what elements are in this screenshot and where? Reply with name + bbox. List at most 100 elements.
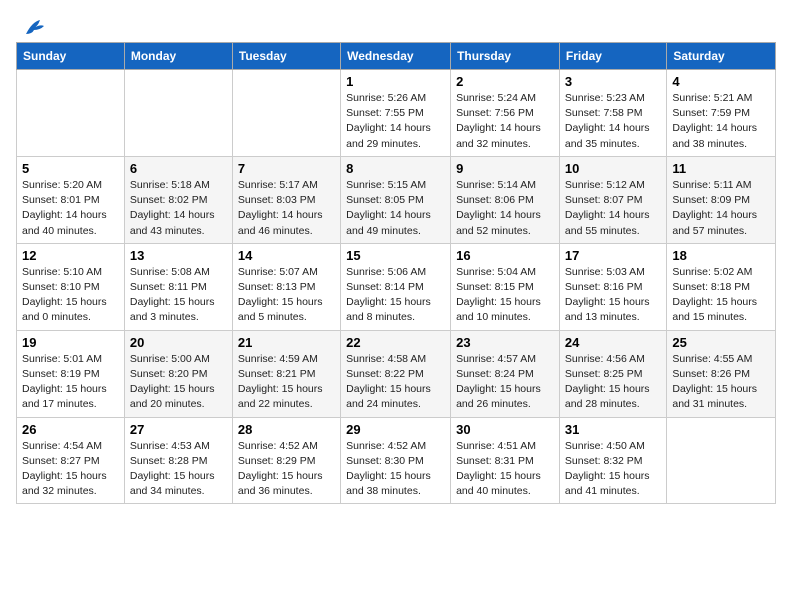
day-number: 21 xyxy=(238,335,335,350)
day-number: 1 xyxy=(346,74,445,89)
day-info: Sunrise: 5:01 AM Sunset: 8:19 PM Dayligh… xyxy=(22,352,119,413)
logo xyxy=(16,16,48,32)
day-number: 12 xyxy=(22,248,119,263)
day-number: 16 xyxy=(456,248,554,263)
calendar-header-tuesday: Tuesday xyxy=(232,43,340,70)
day-info: Sunrise: 4:53 AM Sunset: 8:28 PM Dayligh… xyxy=(130,439,227,500)
calendar-cell: 14 Sunrise: 5:07 AM Sunset: 8:13 PM Dayli… xyxy=(232,243,340,330)
day-info: Sunrise: 5:08 AM Sunset: 8:11 PM Dayligh… xyxy=(130,265,227,326)
day-info: Sunrise: 4:54 AM Sunset: 8:27 PM Dayligh… xyxy=(22,439,119,500)
day-info: Sunrise: 5:00 AM Sunset: 8:20 PM Dayligh… xyxy=(130,352,227,413)
calendar-cell: 8 Sunrise: 5:15 AM Sunset: 8:05 PM Daylig… xyxy=(341,156,451,243)
page-header xyxy=(16,16,776,32)
calendar-header-saturday: Saturday xyxy=(667,43,776,70)
calendar-table: SundayMondayTuesdayWednesdayThursdayFrid… xyxy=(16,42,776,504)
day-number: 31 xyxy=(565,422,661,437)
calendar-cell: 19 Sunrise: 5:01 AM Sunset: 8:19 PM Dayli… xyxy=(17,330,125,417)
day-number: 13 xyxy=(130,248,227,263)
day-info: Sunrise: 4:50 AM Sunset: 8:32 PM Dayligh… xyxy=(565,439,661,500)
day-info: Sunrise: 5:12 AM Sunset: 8:07 PM Dayligh… xyxy=(565,178,661,239)
day-number: 7 xyxy=(238,161,335,176)
calendar-header-wednesday: Wednesday xyxy=(341,43,451,70)
day-number: 29 xyxy=(346,422,445,437)
calendar-header-monday: Monday xyxy=(124,43,232,70)
calendar-cell: 1 Sunrise: 5:26 AM Sunset: 7:55 PM Daylig… xyxy=(341,70,451,157)
day-info: Sunrise: 5:15 AM Sunset: 8:05 PM Dayligh… xyxy=(346,178,445,239)
calendar-cell: 17 Sunrise: 5:03 AM Sunset: 8:16 PM Dayli… xyxy=(559,243,666,330)
calendar-week-row: 12Sunrise: 5:10 AM Sunset: 8:10 PM Dayli… xyxy=(17,243,776,330)
calendar-week-row: 1 Sunrise: 5:26 AM Sunset: 7:55 PM Daylig… xyxy=(17,70,776,157)
day-info: Sunrise: 5:03 AM Sunset: 8:16 PM Dayligh… xyxy=(565,265,661,326)
calendar-cell: 20 Sunrise: 5:00 AM Sunset: 8:20 PM Dayli… xyxy=(124,330,232,417)
calendar-cell xyxy=(124,70,232,157)
calendar-cell: 25 Sunrise: 4:55 AM Sunset: 8:26 PM Dayli… xyxy=(667,330,776,417)
day-info: Sunrise: 4:55 AM Sunset: 8:26 PM Dayligh… xyxy=(672,352,770,413)
day-number: 11 xyxy=(672,161,770,176)
day-number: 30 xyxy=(456,422,554,437)
day-number: 17 xyxy=(565,248,661,263)
calendar-cell: 10 Sunrise: 5:12 AM Sunset: 8:07 PM Dayli… xyxy=(559,156,666,243)
calendar-cell: 23 Sunrise: 4:57 AM Sunset: 8:24 PM Dayli… xyxy=(451,330,560,417)
calendar-cell: 22Sunrise: 4:58 AM Sunset: 8:22 PM Dayli… xyxy=(341,330,451,417)
calendar-cell: 3 Sunrise: 5:23 AM Sunset: 7:58 PM Daylig… xyxy=(559,70,666,157)
day-number: 3 xyxy=(565,74,661,89)
day-number: 8 xyxy=(346,161,445,176)
day-number: 6 xyxy=(130,161,227,176)
day-info: Sunrise: 4:57 AM Sunset: 8:24 PM Dayligh… xyxy=(456,352,554,413)
day-number: 19 xyxy=(22,335,119,350)
day-info: Sunrise: 5:06 AM Sunset: 8:14 PM Dayligh… xyxy=(346,265,445,326)
day-info: Sunrise: 5:26 AM Sunset: 7:55 PM Dayligh… xyxy=(346,91,445,152)
calendar-cell: 16 Sunrise: 5:04 AM Sunset: 8:15 PM Dayli… xyxy=(451,243,560,330)
calendar-cell: 28 Sunrise: 4:52 AM Sunset: 8:29 PM Dayli… xyxy=(232,417,340,504)
day-number: 24 xyxy=(565,335,661,350)
calendar-header-sunday: Sunday xyxy=(17,43,125,70)
calendar-cell xyxy=(667,417,776,504)
calendar-cell: 27Sunrise: 4:53 AM Sunset: 8:28 PM Dayli… xyxy=(124,417,232,504)
calendar-cell: 18Sunrise: 5:02 AM Sunset: 8:18 PM Dayli… xyxy=(667,243,776,330)
calendar-cell: 31 Sunrise: 4:50 AM Sunset: 8:32 PM Dayli… xyxy=(559,417,666,504)
day-number: 18 xyxy=(672,248,770,263)
day-info: Sunrise: 5:24 AM Sunset: 7:56 PM Dayligh… xyxy=(456,91,554,152)
day-number: 23 xyxy=(456,335,554,350)
calendar-cell: 7 Sunrise: 5:17 AM Sunset: 8:03 PM Daylig… xyxy=(232,156,340,243)
day-number: 28 xyxy=(238,422,335,437)
day-info: Sunrise: 5:21 AM Sunset: 7:59 PM Dayligh… xyxy=(672,91,770,152)
day-info: Sunrise: 4:56 AM Sunset: 8:25 PM Dayligh… xyxy=(565,352,661,413)
day-number: 20 xyxy=(130,335,227,350)
day-info: Sunrise: 4:52 AM Sunset: 8:29 PM Dayligh… xyxy=(238,439,335,500)
day-info: Sunrise: 5:23 AM Sunset: 7:58 PM Dayligh… xyxy=(565,91,661,152)
calendar-cell: 6 Sunrise: 5:18 AM Sunset: 8:02 PM Daylig… xyxy=(124,156,232,243)
calendar-cell: 9 Sunrise: 5:14 AM Sunset: 8:06 PM Daylig… xyxy=(451,156,560,243)
day-info: Sunrise: 5:04 AM Sunset: 8:15 PM Dayligh… xyxy=(456,265,554,326)
calendar-week-row: 5Sunrise: 5:20 AM Sunset: 8:01 PM Daylig… xyxy=(17,156,776,243)
day-info: Sunrise: 5:18 AM Sunset: 8:02 PM Dayligh… xyxy=(130,178,227,239)
day-info: Sunrise: 4:51 AM Sunset: 8:31 PM Dayligh… xyxy=(456,439,554,500)
calendar-cell: 5Sunrise: 5:20 AM Sunset: 8:01 PM Daylig… xyxy=(17,156,125,243)
day-info: Sunrise: 5:14 AM Sunset: 8:06 PM Dayligh… xyxy=(456,178,554,239)
calendar-header-row: SundayMondayTuesdayWednesdayThursdayFrid… xyxy=(17,43,776,70)
calendar-header-thursday: Thursday xyxy=(451,43,560,70)
day-number: 14 xyxy=(238,248,335,263)
day-info: Sunrise: 5:20 AM Sunset: 8:01 PM Dayligh… xyxy=(22,178,119,239)
calendar-cell: 11 Sunrise: 5:11 AM Sunset: 8:09 PM Dayli… xyxy=(667,156,776,243)
calendar-cell: 12Sunrise: 5:10 AM Sunset: 8:10 PM Dayli… xyxy=(17,243,125,330)
calendar-cell: 21Sunrise: 4:59 AM Sunset: 8:21 PM Dayli… xyxy=(232,330,340,417)
calendar-cell: 4 Sunrise: 5:21 AM Sunset: 7:59 PM Daylig… xyxy=(667,70,776,157)
calendar-cell: 24 Sunrise: 4:56 AM Sunset: 8:25 PM Dayli… xyxy=(559,330,666,417)
calendar-cell: 13 Sunrise: 5:08 AM Sunset: 8:11 PM Dayli… xyxy=(124,243,232,330)
day-info: Sunrise: 4:58 AM Sunset: 8:22 PM Dayligh… xyxy=(346,352,445,413)
day-number: 26 xyxy=(22,422,119,437)
calendar-header-friday: Friday xyxy=(559,43,666,70)
day-info: Sunrise: 5:17 AM Sunset: 8:03 PM Dayligh… xyxy=(238,178,335,239)
calendar-week-row: 19 Sunrise: 5:01 AM Sunset: 8:19 PM Dayli… xyxy=(17,330,776,417)
day-number: 10 xyxy=(565,161,661,176)
day-info: Sunrise: 5:07 AM Sunset: 8:13 PM Dayligh… xyxy=(238,265,335,326)
day-info: Sunrise: 5:11 AM Sunset: 8:09 PM Dayligh… xyxy=(672,178,770,239)
day-number: 25 xyxy=(672,335,770,350)
day-number: 4 xyxy=(672,74,770,89)
calendar-cell xyxy=(232,70,340,157)
day-number: 9 xyxy=(456,161,554,176)
calendar-cell xyxy=(17,70,125,157)
logo-bird-icon xyxy=(18,16,48,38)
day-number: 15 xyxy=(346,248,445,263)
